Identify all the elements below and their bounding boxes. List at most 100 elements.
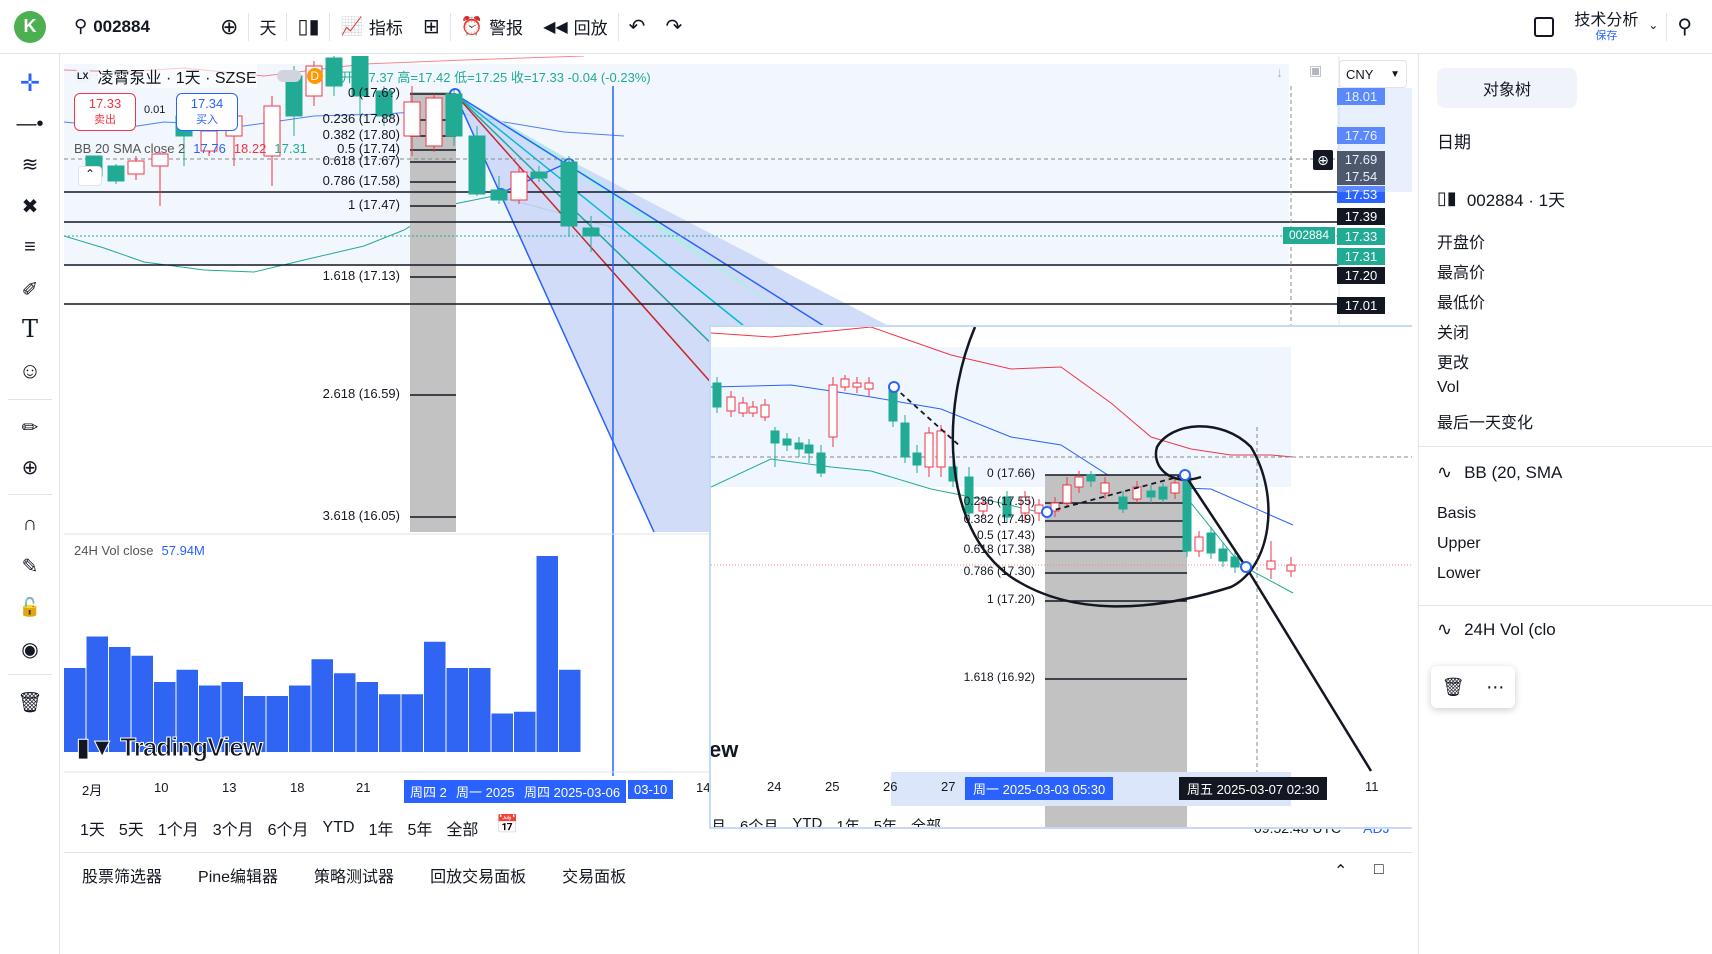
range-button[interactable]: 1个月 — [158, 816, 199, 840]
symbol-row[interactable]: ▯▮ 002884 · 1天 — [1437, 186, 1565, 211]
volume-legend[interactable]: 24H Vol close 57.94M — [74, 543, 205, 558]
trash-icon[interactable]: 🗑 — [1442, 677, 1465, 698]
fib-tool[interactable]: ≋ — [15, 149, 45, 179]
alerts-label: 警报 — [489, 19, 524, 38]
bb-row[interactable]: ∿ BB (20, SMA — [1437, 462, 1562, 483]
zoom-in-icon: ⊕ — [21, 456, 39, 479]
inset-fib-label: 0.5 (17.43) — [976, 528, 1035, 542]
text-tool[interactable]: T — [15, 314, 45, 344]
user-avatar[interactable]: K — [14, 10, 46, 43]
volume-bar — [379, 694, 401, 752]
screenshot-icon[interactable]: ▣ — [1309, 62, 1322, 79]
delay-badge: D — [306, 68, 323, 84]
fib-level-label: 2.618 (16.59) — [322, 386, 400, 401]
currency-select[interactable]: CNY ▼ — [1339, 60, 1407, 88]
inset-time-label: 11 — [1365, 779, 1379, 794]
add-alert-plus-icon[interactable]: ⊕ — [1313, 150, 1333, 170]
inset-candle-body — [1206, 532, 1216, 554]
volume-bar — [559, 669, 581, 752]
inset-time-label: 25 — [825, 779, 840, 794]
range-button[interactable]: 全部 — [446, 816, 478, 840]
bottom-tab[interactable]: Pine编辑器 — [198, 863, 278, 887]
magnet-tool[interactable]: ∩ — [15, 509, 45, 539]
buy-label: 买入 — [196, 114, 218, 126]
collapse-legend-button[interactable]: ⌃ — [78, 166, 102, 186]
time-axis-label: 13 — [222, 780, 237, 795]
inset-candle-body — [738, 402, 748, 414]
candles-icon: ▯▮ — [1437, 188, 1457, 208]
chevron-up-icon[interactable]: ⌃ — [1334, 861, 1347, 881]
alerts-button[interactable]: ⏰ 警报 — [451, 0, 533, 54]
quick-search-button[interactable]: ⚲ — [1667, 0, 1712, 54]
symbol-search[interactable]: ⚲ 002884 — [60, 0, 210, 54]
range-button[interactable]: 1天 — [80, 816, 105, 840]
emoji-tool[interactable]: ☺ — [15, 356, 45, 386]
hide-tool[interactable]: ◉ — [15, 634, 45, 664]
range-button[interactable]: 3个月 — [213, 816, 254, 840]
volume-name: 24H Vol close — [74, 543, 154, 558]
bb-legend[interactable]: BB 20 SMA close 2 17.76 18.22 17.31 — [74, 141, 307, 156]
crosshair-tool[interactable]: ✛ — [15, 68, 45, 98]
inset-time-label: 26 — [883, 779, 898, 794]
lock-all-tool[interactable]: 🔓 — [15, 592, 45, 622]
bottom-tab[interactable]: 交易面板 — [562, 863, 626, 887]
candle-type-button[interactable]: ▯▮ — [287, 0, 329, 54]
maximize-icon[interactable]: □ — [1374, 861, 1384, 879]
inset-candle-body — [748, 406, 758, 414]
layout-checkbox[interactable] — [1524, 0, 1564, 54]
candle-body — [582, 227, 600, 237]
bottom-tab[interactable]: 回放交易面板 — [430, 863, 526, 887]
bb-row-label: BB (20, SMA — [1464, 462, 1563, 482]
range-button[interactable]: 5天 — [119, 816, 144, 840]
symbol-title[interactable]: 凌霄泵业 · 1天 · SZSE — [97, 64, 257, 88]
range-button[interactable]: 5年 — [407, 816, 432, 840]
data-window-field: 更改 — [1437, 355, 1470, 372]
range-bar: 1天 5天 1个月 3个月 6个月 YTD 1年 5年 全部 — [80, 816, 478, 840]
range-button[interactable]: 1年 — [369, 816, 394, 840]
layout-menu-button[interactable]: 技术分析 保存 ⌄ — [1564, 0, 1666, 54]
date-range-calendar-icon[interactable]: 📅 — [496, 814, 518, 835]
undo-button[interactable]: ↶ — [619, 0, 656, 54]
inset-handle — [888, 381, 900, 393]
compare-add-button[interactable]: ⊕ — [210, 0, 248, 54]
tab-object-tree[interactable]: 对象树 — [1437, 68, 1577, 108]
inset-fib-label: 1.618 (16.92) — [963, 670, 1035, 684]
sell-button[interactable]: 17.33 卖出 — [74, 93, 136, 131]
redo-button[interactable]: ↷ — [655, 0, 692, 54]
interval-button[interactable]: 天 — [249, 0, 286, 54]
time-axis-label: 18 — [290, 780, 305, 795]
inset-candle-body — [900, 422, 910, 458]
alarm-icon: ⏰ — [460, 16, 484, 36]
remove-tool[interactable]: 🗑 — [15, 687, 45, 717]
lock-drawing-tool[interactable]: ✎ — [15, 551, 45, 581]
volume-row[interactable]: ∿ 24H Vol (clo — [1437, 619, 1556, 640]
bottom-tab[interactable]: 策略测试器 — [314, 863, 394, 887]
wave-icon: ∿ — [1437, 619, 1453, 639]
chart-area[interactable]: 0 (17.6?) 0.236 (17.88) 0.382 (17.80) 0.5 (… — [64, 56, 1412, 852]
time-axis-label: 周四 2025-03-06 — [518, 780, 627, 803]
range-button[interactable]: 6个月 — [268, 816, 309, 840]
inset-range-label: 1年 — [836, 818, 860, 829]
measure-tool[interactable]: ✏ — [15, 412, 45, 442]
tab-partial[interactable] — [1565, 68, 1575, 108]
inset-candle-body — [1194, 536, 1204, 552]
range-button[interactable]: YTD — [323, 819, 355, 837]
inset-watermark: ew — [709, 737, 739, 762]
indicators-button[interactable]: 📈 指标 — [330, 0, 412, 54]
pattern-tool[interactable]: ✖ — [15, 191, 45, 221]
bb-basis-value: 17.76 — [193, 141, 226, 156]
ruler-icon: ✏ — [21, 416, 39, 439]
replay-button[interactable]: ◀◀ 回放 — [533, 0, 618, 54]
bottom-tab[interactable]: 股票筛选器 — [82, 863, 162, 887]
templates-button[interactable]: ⊞ — [413, 0, 450, 54]
prediction-tool[interactable]: ≡ — [15, 232, 45, 262]
download-icon[interactable]: ↓ — [1276, 64, 1283, 80]
more-icon[interactable]: ⋯ — [1486, 677, 1504, 698]
inset-range-label: YTD — [792, 815, 823, 829]
brush-tool[interactable]: ✐ — [15, 274, 45, 304]
trendline-tool[interactable]: —• — [15, 109, 45, 139]
inset-candle-body — [1100, 482, 1110, 494]
eye-icon: ◉ — [21, 638, 39, 661]
buy-button[interactable]: 17.34 买入 — [176, 93, 238, 131]
zoom-tool[interactable]: ⊕ — [15, 452, 45, 482]
